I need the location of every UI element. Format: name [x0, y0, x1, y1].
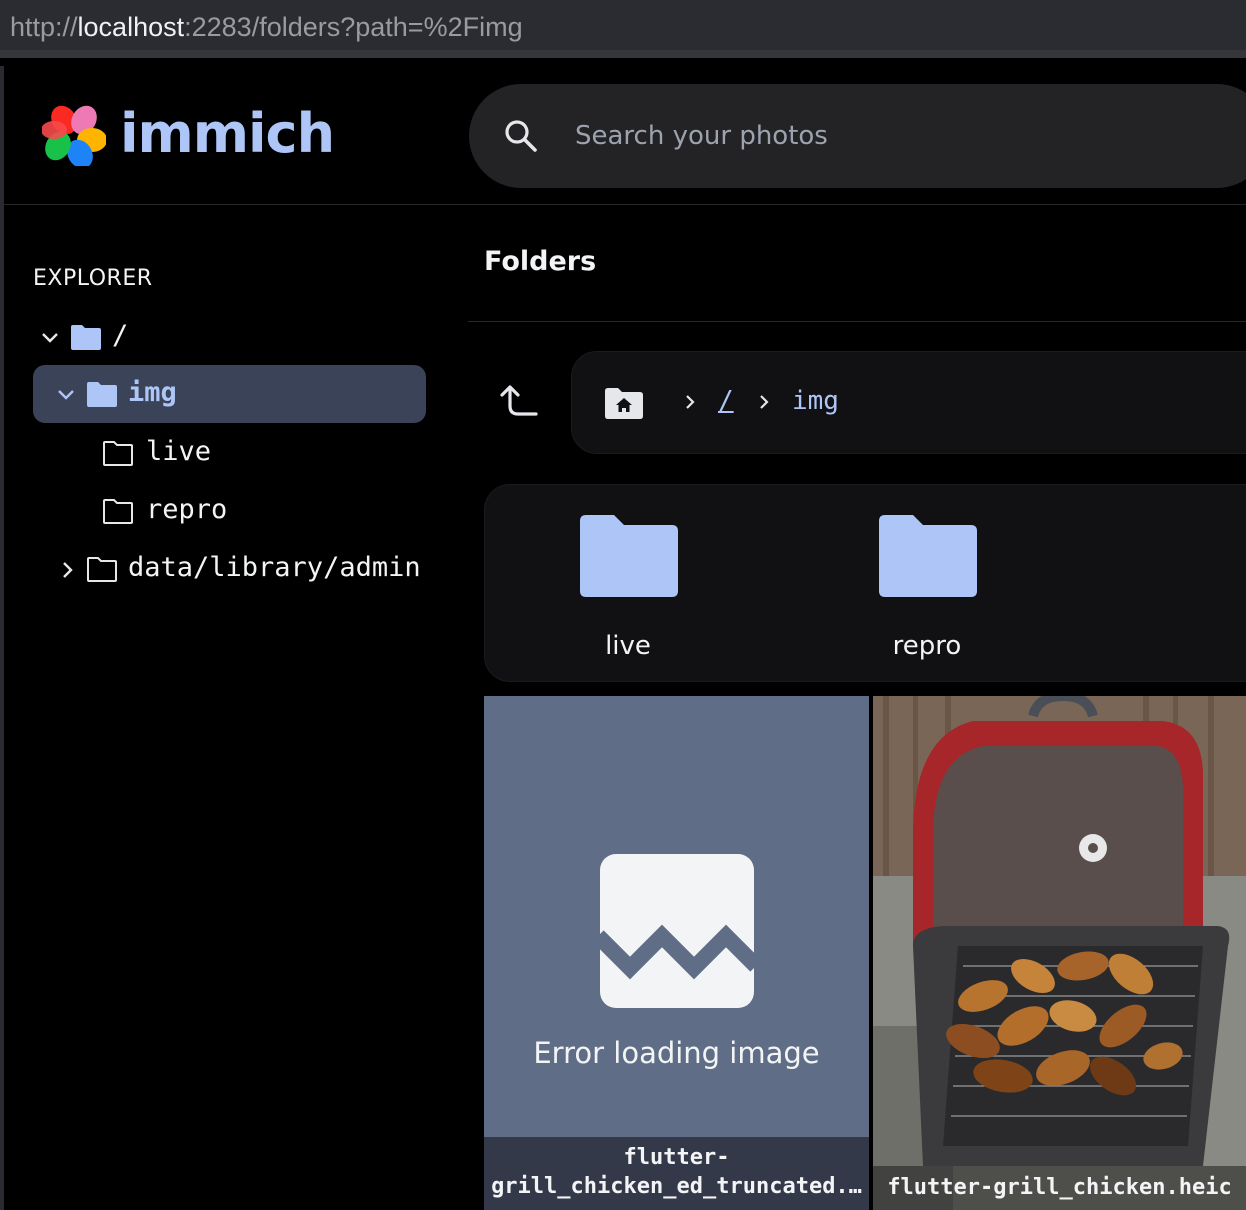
asset-filename-line: flutter- [623, 1145, 730, 1170]
tree-item-data-library-admin[interactable]: data/library/admin [34, 540, 434, 598]
asset-thumbnail-error[interactable]: Error loading image flutter- grill_chick… [484, 696, 869, 1210]
tree-item-root[interactable]: / [34, 308, 426, 366]
sidebar: EXPLORER / img live repro data/library/a… [4, 206, 454, 1210]
folder-card-repro[interactable]: repro [852, 515, 1002, 675]
chevron-right-icon[interactable] [56, 559, 78, 581]
breadcrumb-current: img [792, 386, 839, 416]
folder-outline-icon [87, 557, 117, 582]
chevron-down-icon[interactable] [39, 327, 61, 349]
error-message: Error loading image [533, 1036, 820, 1070]
chevron-down-icon[interactable] [55, 384, 77, 406]
tree-item-repro[interactable]: repro [34, 482, 426, 540]
app-header: immich [4, 66, 1246, 205]
url-prefix: http:// [10, 12, 78, 42]
folder-filled-icon [71, 325, 101, 350]
subfolder-panel: live repro [484, 484, 1246, 682]
tree-item-live[interactable]: live [34, 424, 426, 482]
folder-icon[interactable] [580, 515, 678, 597]
asset-filename: flutter-grill_chicken.heic [873, 1166, 1246, 1210]
folder-outline-icon [103, 441, 133, 466]
asset-filename: flutter- grill_chicken_ed_truncated.… [484, 1137, 869, 1210]
browser-url-bar[interactable]: http://localhost:2283/folders?path=%2Fim… [0, 0, 1246, 58]
asset-filename-line: grill_chicken_ed_truncated.… [491, 1174, 862, 1199]
folder-card-live[interactable]: live [553, 515, 703, 675]
explorer-title: EXPLORER [33, 266, 153, 291]
folder-icon[interactable] [879, 515, 977, 597]
folder-home-icon[interactable] [604, 386, 644, 420]
folder-name[interactable]: live [553, 631, 703, 661]
grill-chicken-photo [873, 696, 1246, 1210]
search-input[interactable] [575, 116, 1175, 156]
page-title: Folders [484, 246, 597, 277]
breadcrumb-root[interactable]: / [718, 386, 734, 416]
chevron-right-icon [760, 395, 769, 409]
immich-logo-icon[interactable] [42, 102, 106, 166]
tree-item-label: live [146, 436, 212, 467]
tree-item-label: img [128, 377, 177, 408]
asset-thumbnail-photo[interactable]: flutter-grill_chicken.heic [873, 696, 1246, 1210]
folder-filled-icon [87, 382, 117, 407]
folder-outline-icon [103, 499, 133, 524]
folder-name[interactable]: repro [852, 631, 1002, 661]
navigate-up-icon[interactable] [494, 378, 546, 430]
broken-image-icon [600, 854, 754, 1008]
breadcrumb: / img [571, 351, 1246, 454]
tree-item-label: / [112, 320, 129, 351]
search-bar[interactable] [469, 84, 1246, 188]
brand-name[interactable]: immich [120, 102, 335, 165]
url-text[interactable]: http://localhost:2283/folders?path=%2Fim… [10, 12, 523, 43]
divider [468, 321, 1246, 322]
tree-item-img[interactable]: img [33, 365, 426, 423]
chevron-right-icon [686, 395, 695, 409]
url-host: localhost [77, 12, 185, 42]
url-rest: :2283/folders?path=%2Fimg [184, 12, 523, 42]
search-icon[interactable] [503, 118, 539, 154]
tree-item-label: repro [146, 494, 228, 525]
tree-item-label: data/library/admin [128, 552, 421, 583]
